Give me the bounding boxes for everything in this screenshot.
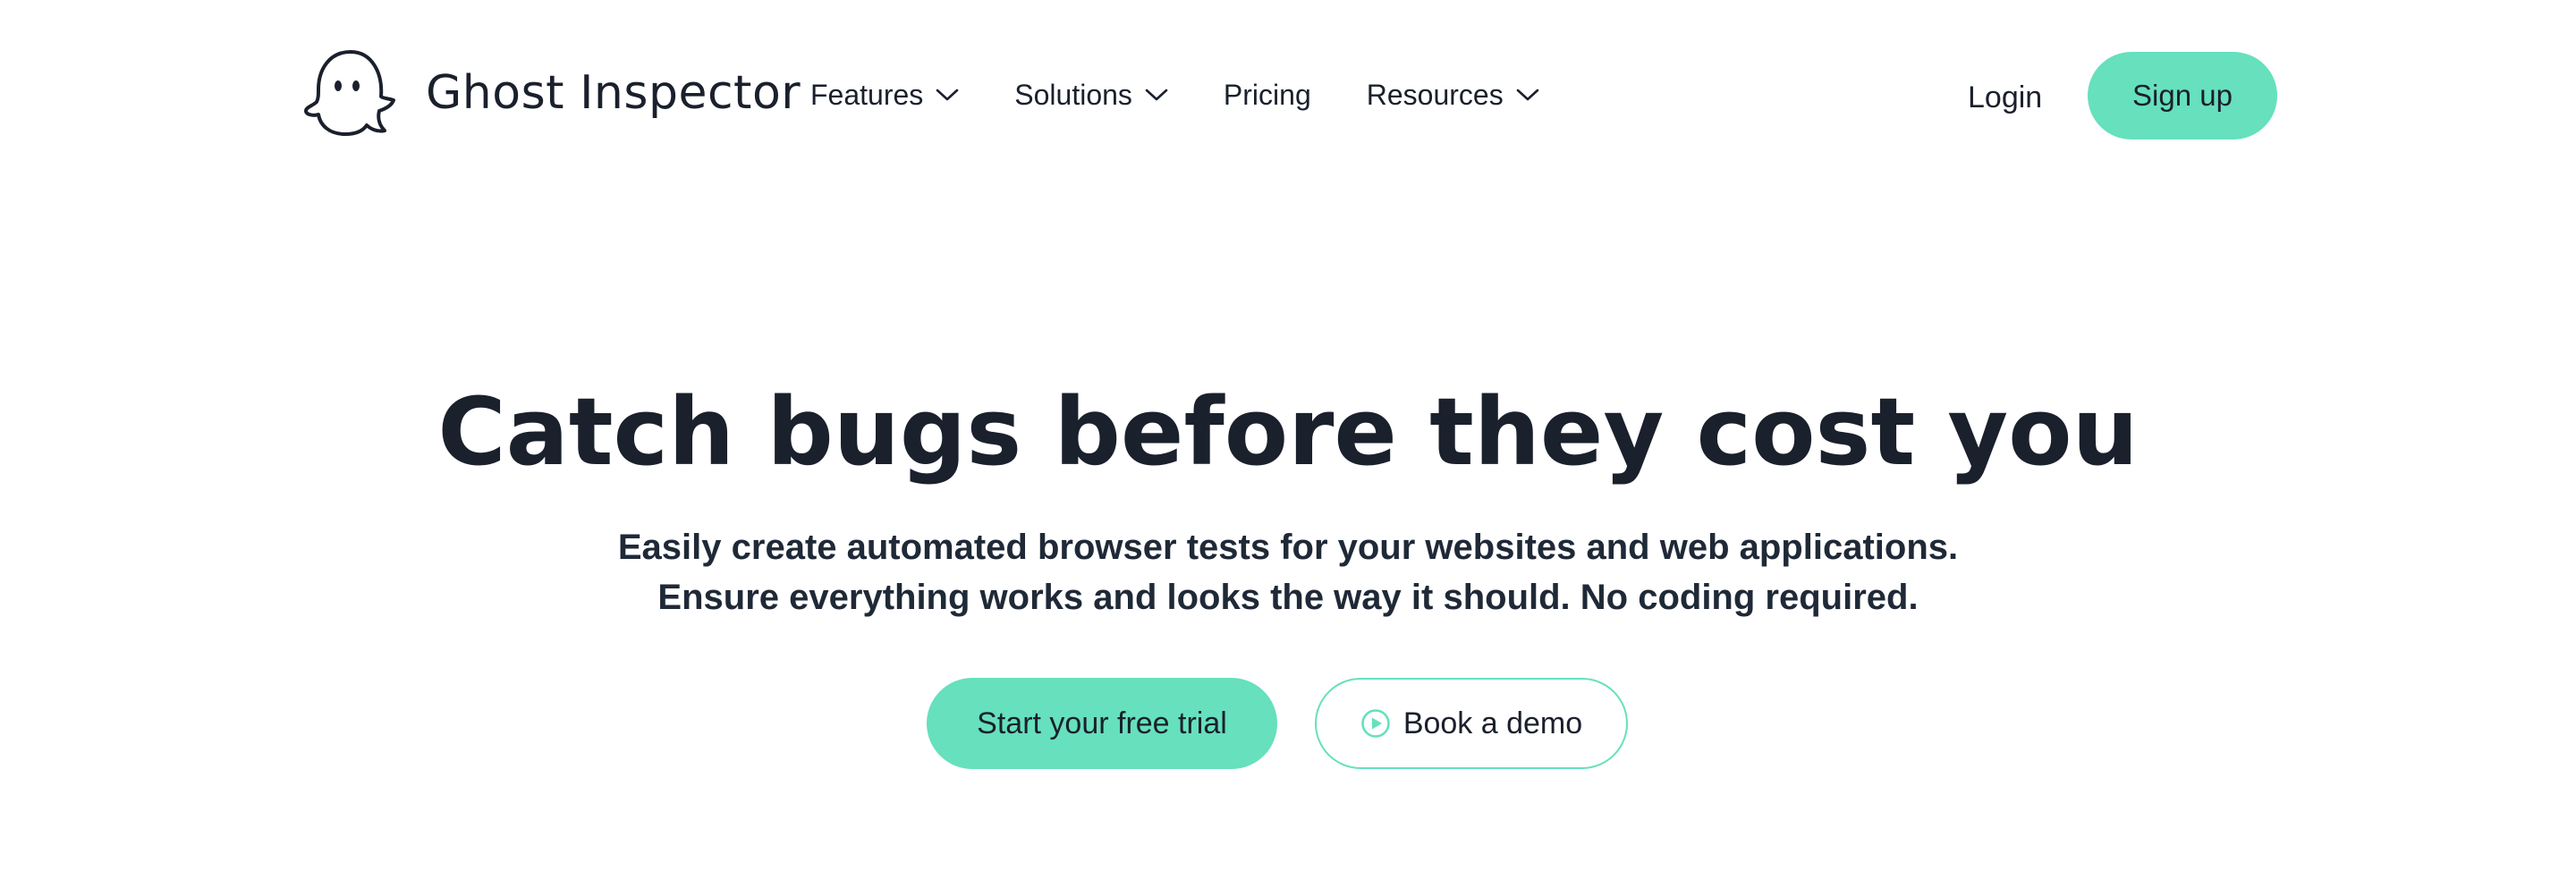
nav-item-label: Solutions [1014,78,1132,111]
hero-subtitle-line: Ensure everything works and looks the wa… [657,578,1919,617]
signup-button[interactable]: Sign up [2088,52,2277,140]
book-demo-button[interactable]: Book a demo [1315,678,1628,769]
page: Ghost Inspector Features Solutions Prici… [0,0,2576,871]
site-header: Ghost Inspector Features Solutions Prici… [0,0,2576,191]
nav-item-pricing[interactable]: Pricing [1224,72,1311,118]
hero-subtitle-line: Easily create automated browser tests fo… [617,528,1959,567]
nav-item-label: Pricing [1223,78,1311,111]
ghost-logo-icon [304,47,399,140]
hero-subtitle: Easily create automated browser tests fo… [0,522,2576,622]
nav-item-label: Features [810,78,924,111]
chevron-down-icon [1145,88,1168,102]
play-circle-icon [1360,708,1391,739]
hero-title: Catch bugs before they cost you [437,377,2139,486]
cta-row: Start your free trial Book a demo [927,678,1628,769]
book-demo-label: Book a demo [1402,706,1583,740]
nav-item-solutions[interactable]: Solutions [1014,72,1168,118]
nav-item-label: Resources [1366,78,1504,111]
nav-item-resources[interactable]: Resources [1367,72,1539,118]
login-link[interactable]: Login [1968,75,2042,120]
chevron-down-icon [1516,88,1539,102]
brand-name: Ghost Inspector [426,66,801,120]
nav-item-features[interactable]: Features [810,72,959,118]
logo-link[interactable]: Ghost Inspector [304,47,801,140]
start-free-trial-button[interactable]: Start your free trial [927,678,1277,769]
main-nav: Features Solutions Pricing Resources [810,72,1595,118]
chevron-down-icon [936,88,959,102]
